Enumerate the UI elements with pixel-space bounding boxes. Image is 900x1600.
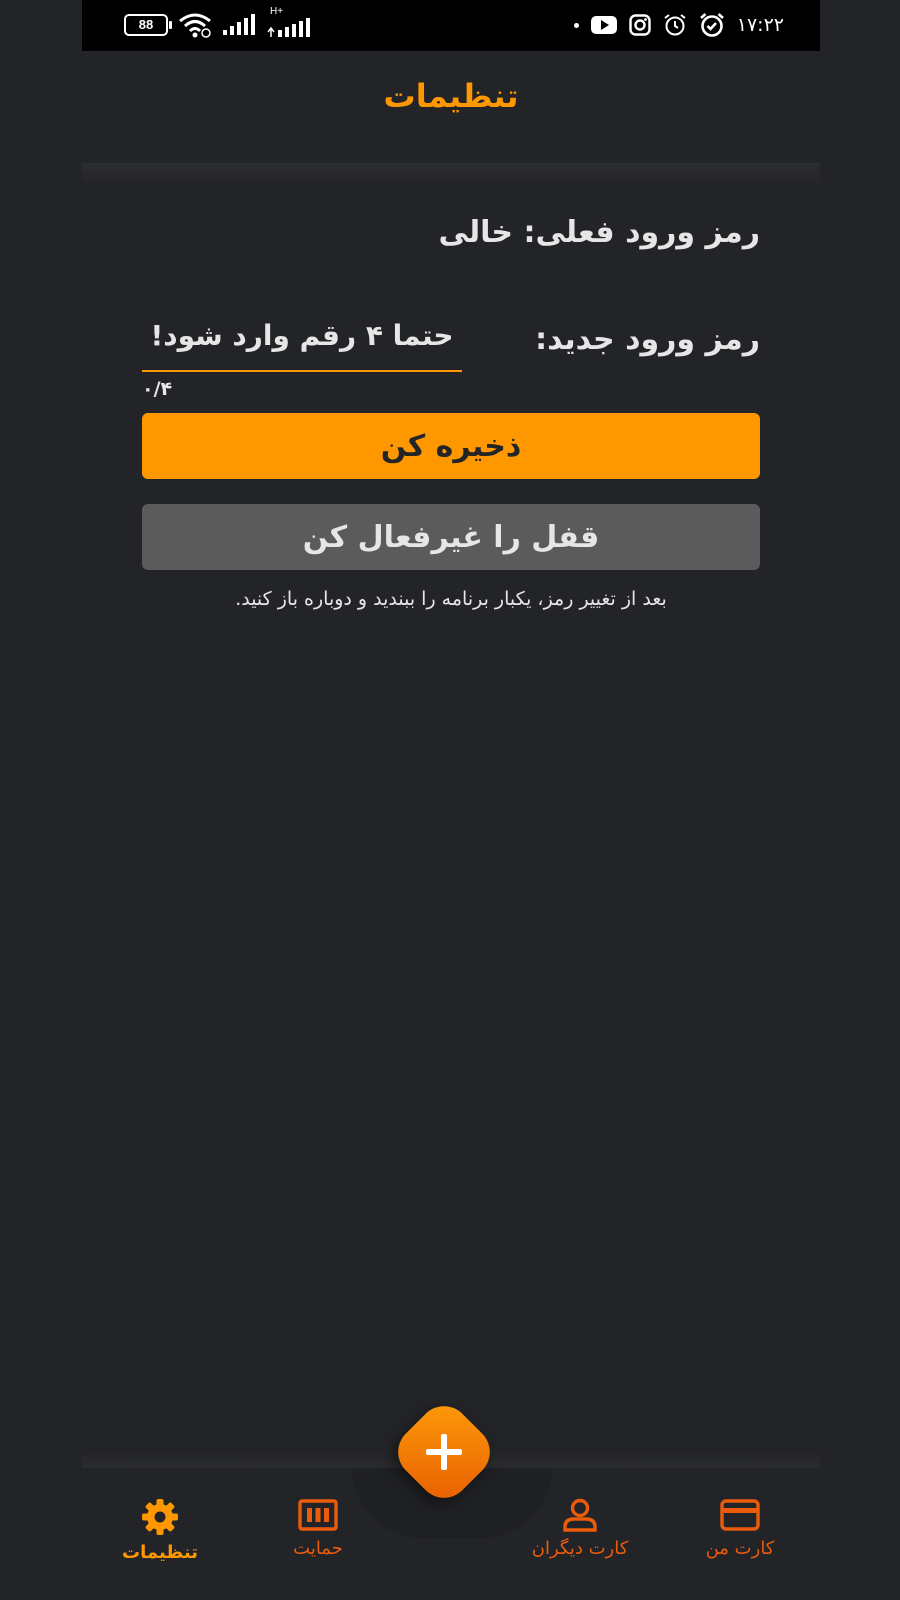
app-frame: 88 H+ ۱۷:۲۲ تنظیمات رمز ورود فعلی: خالی … xyxy=(82,0,820,1600)
nav-item-support[interactable]: حمایت xyxy=(248,1498,388,1559)
signal-h-plus-icon: H+ xyxy=(266,6,312,38)
page-title: تنظیمات xyxy=(383,77,519,115)
add-fab-overlay[interactable] xyxy=(404,1412,484,1492)
nav-label-settings: تنظیمات xyxy=(122,1542,198,1563)
battery-icon: 88 xyxy=(124,14,172,36)
alarm-check-icon xyxy=(699,13,724,37)
nav-item-settings[interactable]: تنظیمات xyxy=(90,1498,230,1563)
new-password-input[interactable] xyxy=(142,300,462,372)
header-divider xyxy=(82,163,820,185)
status-bar: 88 H+ ۱۷:۲۲ xyxy=(82,0,820,51)
cash-icon xyxy=(298,1499,338,1531)
instagram-icon xyxy=(629,14,651,36)
character-counter: ۰/۴ xyxy=(142,378,173,400)
nav-label-my-card: کارت من xyxy=(705,1538,775,1559)
person-icon xyxy=(563,1498,597,1532)
status-time: ۱۷:۲۲ xyxy=(736,14,784,36)
credit-card-icon xyxy=(720,1499,760,1531)
alarm-outline-icon xyxy=(664,14,686,36)
disable-lock-button[interactable]: قفل را غیرفعال کن xyxy=(142,504,760,570)
new-password-label: رمز ورود جدید: xyxy=(535,322,760,357)
status-bar-left: 88 H+ xyxy=(124,6,312,38)
signal-icon xyxy=(223,14,255,35)
status-bar-right: ۱۷:۲۲ xyxy=(573,12,784,38)
plus-icon xyxy=(426,1434,462,1470)
network-type-label: H+ xyxy=(270,6,284,17)
restart-note: بعد از تغییر رمز، یکبار برنامه را ببندید… xyxy=(235,588,667,610)
nav-label-others-card: کارت دیگران xyxy=(531,1538,629,1559)
gear-icon xyxy=(142,1499,178,1535)
nav-item-others-card[interactable]: کارت دیگران xyxy=(510,1498,650,1559)
youtube-icon xyxy=(590,16,617,34)
notification-dot-icon xyxy=(573,22,579,28)
app-header: تنظیمات xyxy=(82,51,820,163)
nav-label-support: حمایت xyxy=(293,1538,343,1559)
current-password-text: رمز ورود فعلی: خالی xyxy=(438,215,760,250)
wifi-icon xyxy=(179,13,211,38)
save-button[interactable]: ذخیره کن xyxy=(142,413,760,479)
nav-item-my-card[interactable]: کارت من xyxy=(670,1498,810,1559)
